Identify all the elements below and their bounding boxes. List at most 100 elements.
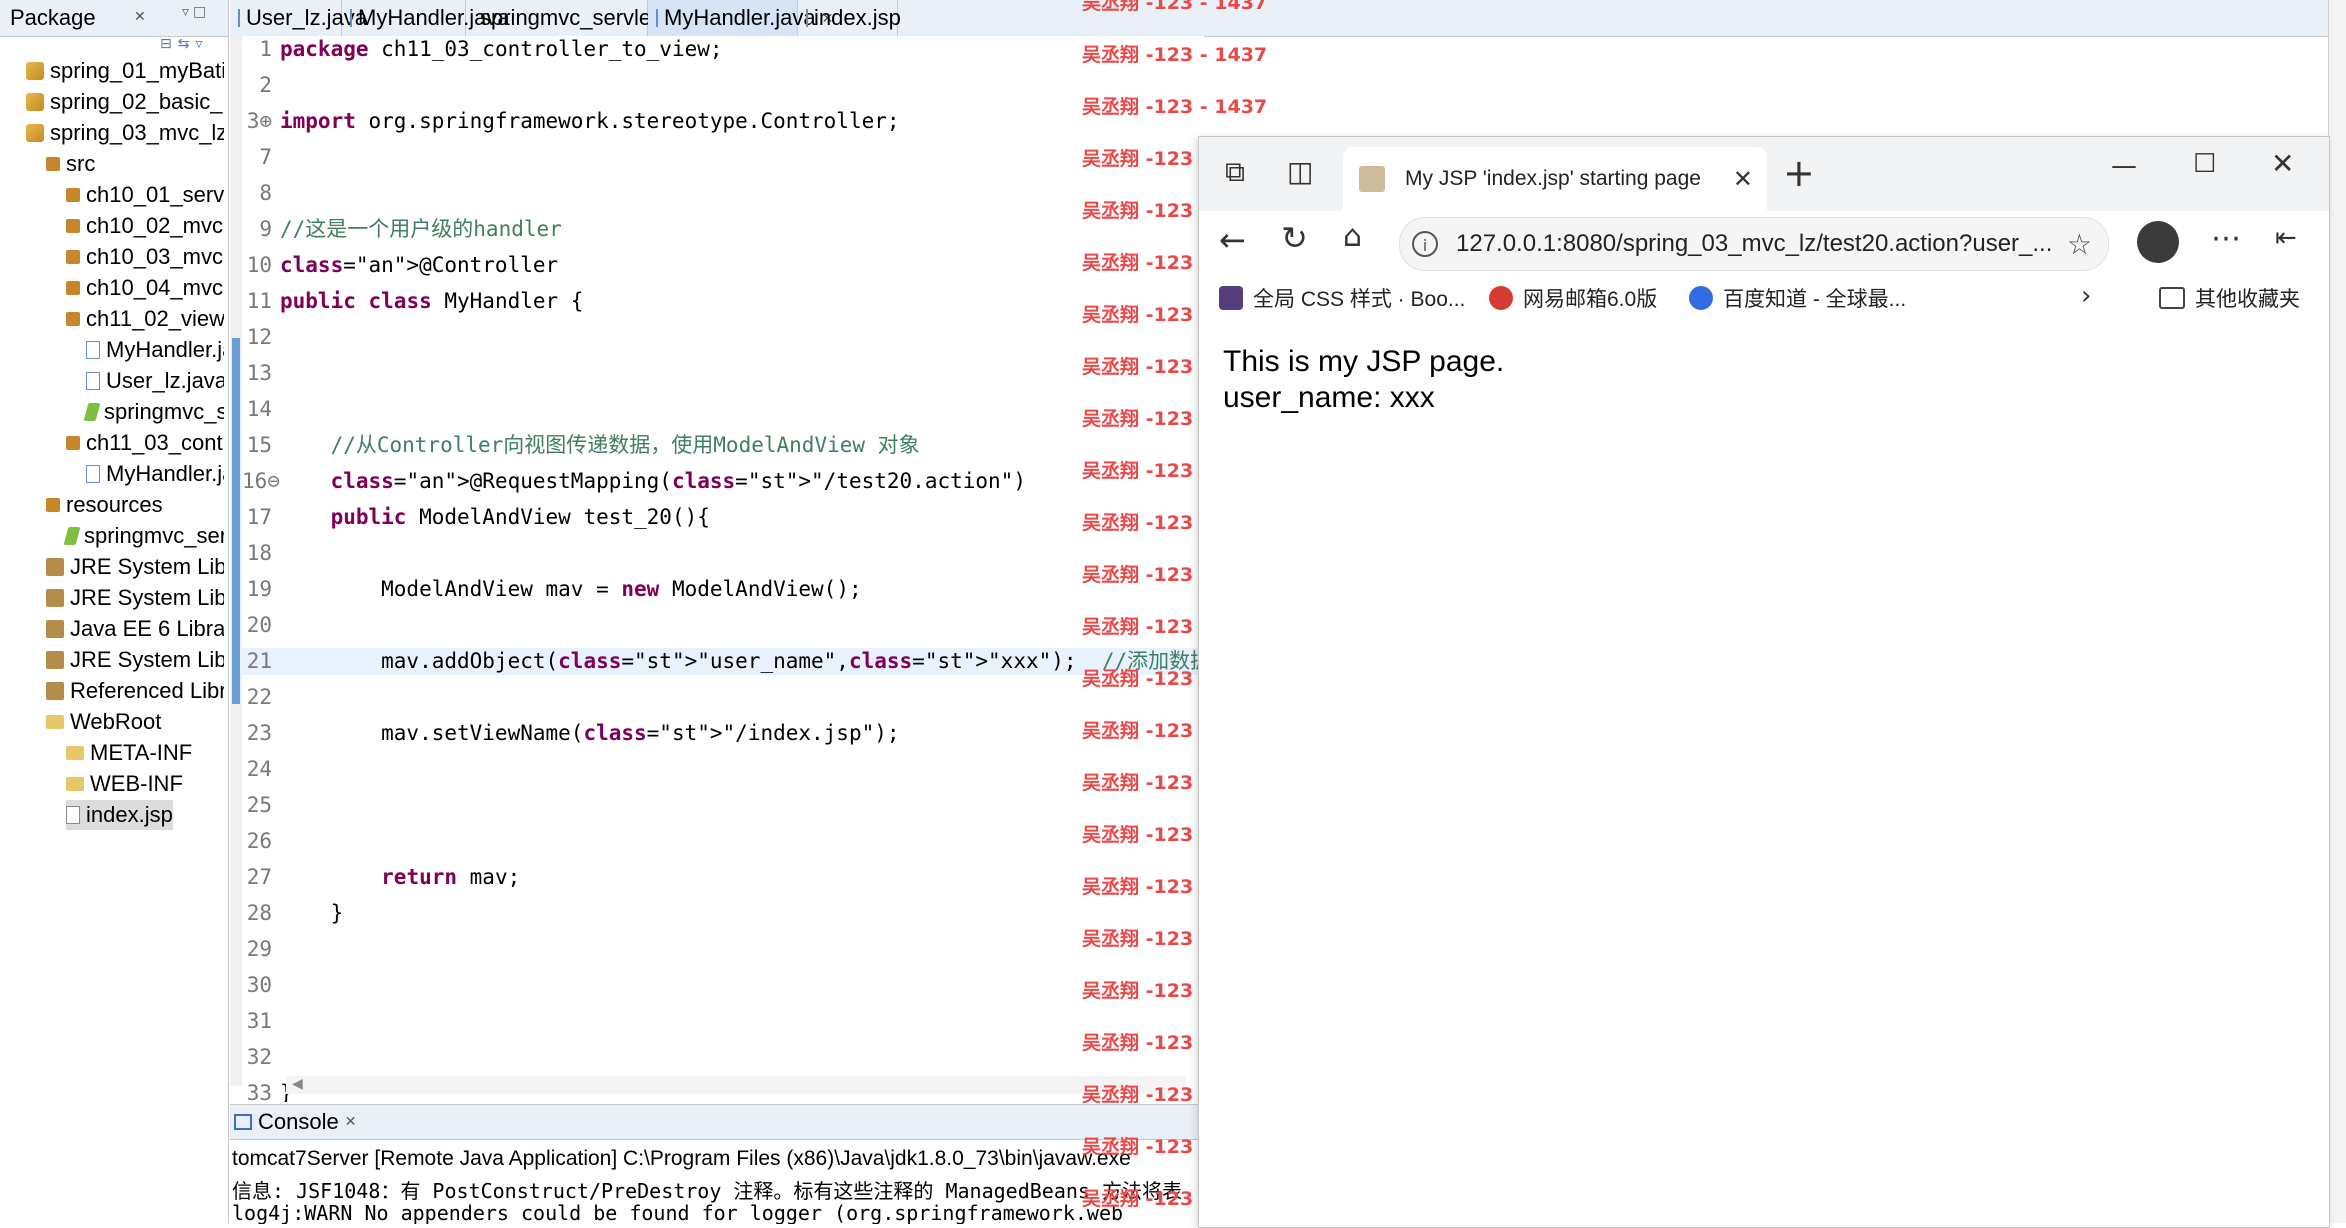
code-line[interactable]: 27 return mav; bbox=[242, 864, 1204, 891]
tree-item[interactable]: MyHandler.java bbox=[86, 335, 224, 365]
code-line[interactable]: 9 //这是一个用户级的handler bbox=[242, 216, 1204, 243]
workspaces-icon[interactable]: ⧉ bbox=[1225, 155, 1245, 189]
maximize-icon[interactable]: ☐ bbox=[2193, 149, 2216, 179]
code-area[interactable]: 1 package ch11_03_controller_to_view; 2 3⊕ i… bbox=[242, 36, 1204, 1102]
favorite-star-icon[interactable]: ☆ bbox=[2067, 228, 2092, 261]
code-line[interactable]: 7 bbox=[242, 144, 1204, 171]
tree-item[interactable]: ch10_03_mvc bbox=[66, 242, 223, 272]
code-line[interactable]: 26 bbox=[242, 828, 1204, 855]
code-text[interactable]: public class MyHandler { bbox=[280, 289, 583, 313]
tree-item[interactable]: index.jsp bbox=[66, 800, 173, 830]
console-tab[interactable]: Console ✕ bbox=[230, 1105, 1204, 1140]
other-bookmarks-folder[interactable]: 其他收藏夹 bbox=[2159, 283, 2300, 313]
editor-tab[interactable]: index.jsp bbox=[798, 0, 901, 36]
code-line[interactable]: 24 bbox=[242, 756, 1204, 783]
close-icon[interactable]: ✕ bbox=[134, 9, 146, 25]
browser-tab[interactable]: My JSP 'index.jsp' starting page ✕ bbox=[1343, 147, 1767, 211]
scroll-left-icon[interactable]: ◀ bbox=[292, 1076, 303, 1092]
profile-avatar[interactable] bbox=[2137, 221, 2179, 263]
code-text[interactable]: package ch11_03_controller_to_view; bbox=[280, 37, 723, 61]
code-line[interactable]: 31 bbox=[242, 1008, 1204, 1035]
tree-item[interactable]: resources bbox=[46, 490, 163, 520]
tree-item[interactable]: User_lz.java bbox=[86, 366, 224, 396]
site-info-icon[interactable]: i bbox=[1412, 231, 1438, 257]
code-line[interactable]: 1 package ch11_03_controller_to_view; bbox=[242, 36, 1204, 63]
new-tab-button[interactable]: + bbox=[1783, 151, 1815, 195]
editor-tab[interactable]: MyHandler.java bbox=[342, 0, 510, 36]
code-line[interactable]: 25 bbox=[242, 792, 1204, 819]
code-line[interactable]: 2 bbox=[242, 72, 1204, 99]
chevron-right-icon[interactable]: › bbox=[2081, 281, 2091, 311]
address-bar[interactable]: i 127.0.0.1:8080/spring_03_mvc_lz/test20… bbox=[1399, 217, 2109, 271]
code-line[interactable]: 15 //从Controller向视图传递数据，使用ModelAndView 对… bbox=[242, 432, 1204, 459]
tree-item[interactable]: WEB-INF bbox=[66, 769, 183, 799]
tree-item[interactable]: spring_01_myBatis bbox=[26, 56, 224, 86]
editor-tab[interactable]: User_lz.java bbox=[230, 0, 367, 36]
tree-item[interactable]: JRE System Library bbox=[46, 552, 224, 582]
tree-item[interactable]: ch11_03_controller bbox=[66, 428, 224, 458]
package-explorer-tab[interactable]: Package ✕ ▿□ bbox=[0, 0, 228, 37]
vertical-tabs-icon[interactable]: ◫ bbox=[1287, 155, 1313, 188]
code-line[interactable]: 17 public ModelAndView test_20(){ bbox=[242, 504, 1204, 531]
close-icon[interactable]: ✕ bbox=[345, 1114, 357, 1130]
tree-item[interactable]: springmvc_servlet.xml bbox=[63, 521, 224, 551]
code-text[interactable]: public ModelAndView test_20(){ bbox=[280, 505, 710, 529]
code-line[interactable]: 11 public class MyHandler { bbox=[242, 288, 1204, 315]
code-line[interactable]: 22 bbox=[242, 684, 1204, 711]
code-line[interactable]: 10 class="an">@Controller bbox=[242, 252, 1204, 279]
code-text[interactable]: mav.addObject(class="st">"user_name",cla… bbox=[280, 649, 1204, 673]
code-line[interactable]: 32 bbox=[242, 1044, 1204, 1071]
code-line[interactable]: 29 bbox=[242, 936, 1204, 963]
code-text[interactable]: ModelAndView mav = new ModelAndView(); bbox=[280, 577, 861, 601]
code-line[interactable]: 12 bbox=[242, 324, 1204, 351]
code-text[interactable]: //从Controller向视图传递数据，使用ModelAndView 对象 bbox=[280, 433, 920, 457]
tree-item[interactable]: ch10_02_mvc bbox=[66, 211, 223, 241]
horizontal-scrollbar[interactable]: ◀ bbox=[286, 1076, 1186, 1094]
code-text[interactable]: class="an">@RequestMapping(class="st">"/… bbox=[280, 469, 1026, 493]
tree-item[interactable]: JRE System Library bbox=[46, 583, 224, 613]
refresh-icon[interactable]: ↻ bbox=[1281, 219, 1308, 257]
minimize-icon[interactable]: — bbox=[2111, 151, 2137, 181]
editor-tab[interactable]: springmvc_servlet.xml bbox=[466, 0, 698, 36]
code-line[interactable]: 18 bbox=[242, 540, 1204, 567]
code-line[interactable]: 20 bbox=[242, 612, 1204, 639]
code-text[interactable]: //这是一个用户级的handler bbox=[280, 217, 562, 241]
tree-item[interactable]: springmvc_servlet.xml bbox=[83, 397, 224, 427]
tree-item[interactable]: spring_02_basic_lz bbox=[26, 87, 224, 117]
more-menu-icon[interactable]: ⋯ bbox=[2211, 221, 2242, 256]
bookmark-item[interactable]: 百度知道 - 全球最... bbox=[1689, 283, 1906, 313]
tree-item[interactable]: MyHandler.java bbox=[86, 459, 224, 489]
code-line[interactable]: 19 ModelAndView mav = new ModelAndView()… bbox=[242, 576, 1204, 603]
tree-item[interactable]: ch10_01_servlet bbox=[66, 180, 224, 210]
code-line[interactable]: 21 mav.addObject(class="st">"user_name",… bbox=[242, 648, 1204, 675]
code-line[interactable]: 14 bbox=[242, 396, 1204, 423]
code-line[interactable]: 16⊖ class="an">@RequestMapping(class="st… bbox=[242, 468, 1204, 495]
editor-tab[interactable]: MyHandler.java ✕ bbox=[648, 0, 833, 36]
tree-item[interactable]: spring_03_mvc_lz bbox=[26, 118, 224, 148]
tree-item[interactable]: src bbox=[46, 149, 95, 179]
code-editor[interactable]: 1 package ch11_03_controller_to_view; 2 3⊕ i… bbox=[230, 36, 1204, 1102]
code-line[interactable]: 3⊕ import org.springframework.stereotype.… bbox=[242, 108, 1204, 135]
tree-item[interactable]: Java EE 6 Libraries bbox=[46, 614, 224, 644]
code-line[interactable]: 23 mav.setViewName(class="st">"/index.js… bbox=[242, 720, 1204, 747]
close-window-icon[interactable]: ✕ bbox=[2271, 147, 2294, 180]
bookmark-item[interactable]: 网易邮箱6.0版 bbox=[1489, 283, 1657, 313]
home-icon[interactable]: ⌂ bbox=[1343, 219, 1362, 254]
tree-item[interactable]: ch10_04_mvc bbox=[66, 273, 223, 303]
sidebar-toggle-icon[interactable]: ⇤ bbox=[2275, 223, 2297, 253]
tree-item[interactable]: META-INF bbox=[66, 738, 192, 768]
tree-item[interactable]: ch11_02_view bbox=[66, 304, 224, 334]
code-line[interactable]: 30 bbox=[242, 972, 1204, 999]
tree-item[interactable]: WebRoot bbox=[46, 707, 161, 737]
close-tab-icon[interactable]: ✕ bbox=[1733, 165, 1753, 193]
code-text[interactable]: import org.springframework.stereotype.Co… bbox=[280, 109, 900, 133]
code-line[interactable]: 28 } bbox=[242, 900, 1204, 927]
collapse-link-icons[interactable]: ⊟⇆▿ bbox=[160, 36, 209, 52]
tree-item[interactable]: JRE System Library bbox=[46, 645, 224, 675]
code-text[interactable]: class="an">@Controller bbox=[280, 253, 558, 277]
code-text[interactable]: mav.setViewName(class="st">"/index.jsp")… bbox=[280, 721, 899, 745]
tree-item[interactable]: Referenced Libraries bbox=[46, 676, 224, 706]
bookmark-item[interactable]: 全局 CSS 样式 · Boo... bbox=[1219, 283, 1465, 313]
back-icon[interactable]: ← bbox=[1219, 221, 1246, 259]
code-text[interactable]: return mav; bbox=[280, 865, 520, 889]
